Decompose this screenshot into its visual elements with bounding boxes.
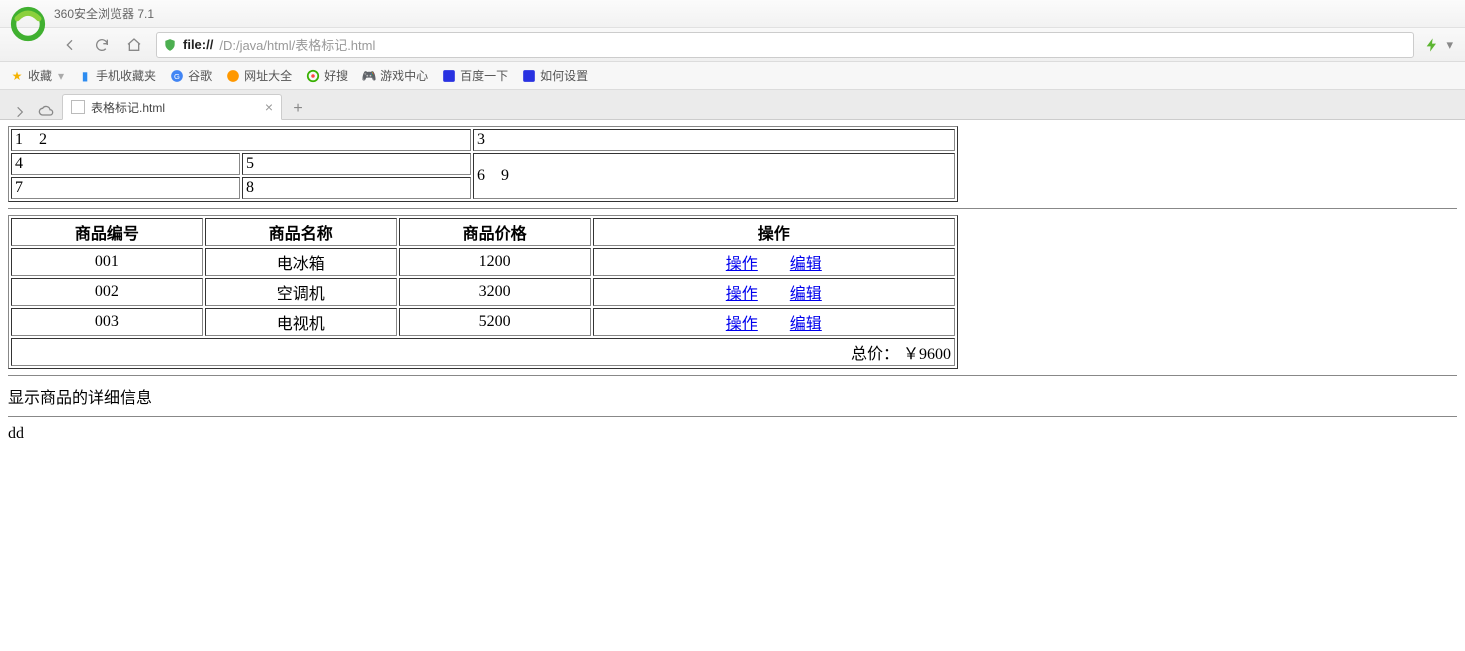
bookmark-item[interactable]: ▮手机收藏夹 — [78, 67, 156, 84]
divider — [8, 416, 1457, 417]
star-icon: ★ — [10, 69, 24, 83]
svg-text:G: G — [174, 71, 180, 80]
cloud-icon[interactable] — [36, 103, 56, 119]
url-path: /D:/java/html/表格标记.html — [219, 35, 375, 54]
operate-link[interactable]: 操作 — [726, 256, 758, 273]
table-cell: 5 — [242, 153, 471, 175]
edit-link[interactable]: 编辑 — [790, 316, 822, 333]
table-footer: 总价： ￥9600 — [11, 338, 955, 366]
table-cell: 7 — [11, 177, 240, 199]
col-header: 操作 — [593, 218, 955, 246]
address-bar[interactable]: file:// /D:/java/html/表格标记.html — [156, 32, 1414, 58]
product-table: 商品编号 商品名称 商品价格 操作 001 电冰箱 1200 操作编辑 002 … — [8, 215, 958, 369]
page-icon — [71, 100, 85, 114]
back-button[interactable] — [56, 31, 84, 59]
titlebar: 360安全浏览器 7.1 — [0, 0, 1465, 28]
table-1: 1 2 3 4 5 6 9 7 8 — [8, 126, 958, 202]
chevron-down-icon: ▾ — [1446, 37, 1453, 53]
tab-title: 表格标记.html — [91, 99, 165, 116]
settings-icon — [522, 69, 536, 83]
haosou-icon — [306, 69, 320, 83]
table-cell: 8 — [242, 177, 471, 199]
col-header: 商品名称 — [205, 218, 397, 246]
detail-text: 显示商品的详细信息 — [8, 384, 1457, 408]
baidu-icon — [442, 69, 456, 83]
favorites-button[interactable]: ★ 收藏 ▾ — [10, 67, 64, 84]
table-cell: 4 — [11, 153, 240, 175]
table-cell: 3 — [473, 129, 955, 151]
tab-strip: 表格标记.html × + — [0, 90, 1465, 120]
bookmarks-bar: ★ 收藏 ▾ ▮手机收藏夹 G谷歌 网址大全 好搜 🎮游戏中心 百度一下 如何设… — [0, 62, 1465, 90]
col-header: 商品价格 — [399, 218, 591, 246]
new-tab-button[interactable]: + — [288, 99, 308, 119]
table-cell: 1 2 — [11, 129, 471, 151]
phone-icon: ▮ — [78, 69, 92, 83]
page-content: 1 2 3 4 5 6 9 7 8 商品编号 商品名称 商品价格 操作 001 … — [0, 120, 1465, 457]
bookmark-item[interactable]: 如何设置 — [522, 67, 588, 84]
bookmark-item[interactable]: 网址大全 — [226, 67, 292, 84]
table-cell: 6 9 — [473, 153, 955, 199]
table-row: 003 电视机 5200 操作编辑 — [11, 308, 955, 336]
operate-link[interactable]: 操作 — [726, 316, 758, 333]
bookmark-item[interactable]: 好搜 — [306, 67, 348, 84]
tab-active[interactable]: 表格标记.html × — [62, 94, 282, 120]
site-icon — [226, 69, 240, 83]
operate-link[interactable]: 操作 — [726, 286, 758, 303]
sidebar-toggle-button[interactable] — [10, 105, 30, 119]
bookmark-item[interactable]: 🎮游戏中心 — [362, 67, 428, 84]
bookmark-item[interactable]: G谷歌 — [170, 67, 212, 84]
browser-logo-icon — [8, 4, 48, 44]
bookmark-item[interactable]: 百度一下 — [442, 67, 508, 84]
favorites-label: 收藏 — [28, 67, 52, 84]
home-button[interactable] — [120, 31, 148, 59]
dd-text: dd — [8, 425, 1457, 443]
edit-link[interactable]: 编辑 — [790, 286, 822, 303]
col-header: 商品编号 — [11, 218, 203, 246]
divider — [8, 375, 1457, 376]
url-protocol: file:// — [183, 37, 213, 52]
close-icon[interactable]: × — [265, 99, 273, 115]
google-icon: G — [170, 69, 184, 83]
shield-icon — [163, 38, 177, 52]
reload-button[interactable] — [88, 31, 116, 59]
table-row: 001 电冰箱 1200 操作编辑 — [11, 248, 955, 276]
gamepad-icon: 🎮 — [362, 69, 376, 83]
app-title: 360安全浏览器 7.1 — [54, 5, 154, 22]
edit-link[interactable]: 编辑 — [790, 256, 822, 273]
divider — [8, 208, 1457, 209]
speed-mode-button[interactable]: ▾ — [1418, 37, 1459, 53]
toolbar: file:// /D:/java/html/表格标记.html ▾ — [0, 28, 1465, 62]
total-cell: 总价： ￥9600 — [11, 338, 955, 366]
table-row: 002 空调机 3200 操作编辑 — [11, 278, 955, 306]
